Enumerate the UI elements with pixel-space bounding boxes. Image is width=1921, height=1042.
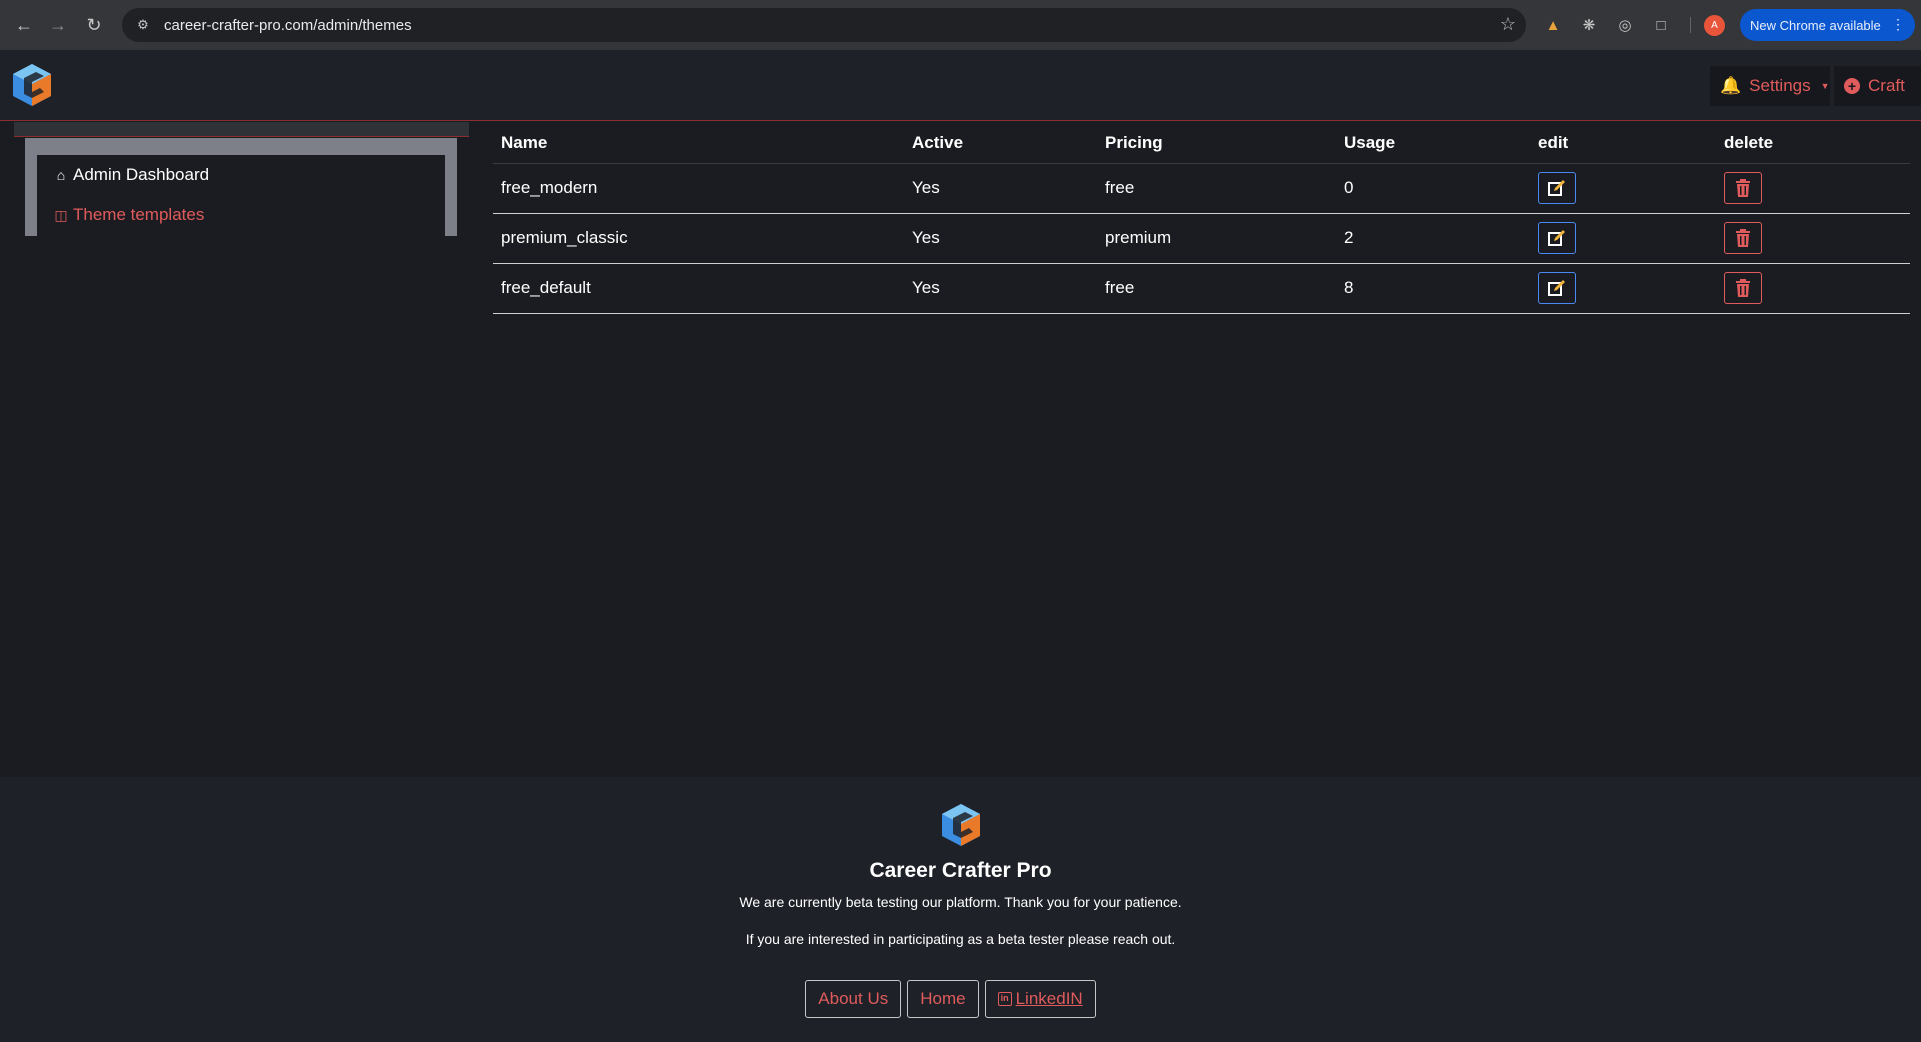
table-row: free_modern Yes free 0 xyxy=(493,163,1910,214)
cell-delete xyxy=(1716,263,1910,314)
sidebar-header-bar xyxy=(14,122,469,137)
craft-button[interactable]: + Craft xyxy=(1834,66,1921,106)
delete-button[interactable] xyxy=(1724,272,1762,304)
cell-active: Yes xyxy=(904,213,1097,264)
edit-icon xyxy=(1548,180,1565,196)
more-vert-icon: ⋮ xyxy=(1891,16,1905,32)
cell-pricing: free xyxy=(1097,163,1336,214)
url-text[interactable]: career-crafter-pro.com/admin/themes xyxy=(164,17,412,34)
sidebar-item-admin-dashboard[interactable]: ⌂ Admin Dashboard xyxy=(53,165,209,185)
edit-icon xyxy=(1548,280,1565,296)
sidebar-item-label: Theme templates xyxy=(73,205,205,224)
browser-toolbar: ← → ↻ ⚙ career-crafter-pro.com/admin/the… xyxy=(0,0,1921,50)
cell-name: free_default xyxy=(493,263,904,314)
home-icon: ⌂ xyxy=(56,167,66,183)
cell-usage: 2 xyxy=(1336,213,1530,264)
linkedin-icon: in xyxy=(997,992,1012,1006)
table-header-row: Name Active Pricing Usage edit delete xyxy=(493,123,1910,164)
bell-icon: 🔔 xyxy=(1720,76,1742,95)
career-crafter-logo xyxy=(942,804,980,846)
edit-button[interactable] xyxy=(1538,272,1576,304)
edit-button[interactable] xyxy=(1538,222,1576,254)
home-label: Home xyxy=(920,989,966,1008)
linkedin-label: LinkedIN xyxy=(1015,989,1083,1008)
about-us-label: About Us xyxy=(818,989,889,1008)
cell-usage: 8 xyxy=(1336,263,1530,314)
cell-delete xyxy=(1716,213,1910,264)
career-crafter-logo[interactable] xyxy=(10,62,54,108)
cell-active: Yes xyxy=(904,163,1097,214)
extensions-puzzle-icon[interactable]: □ xyxy=(1650,14,1672,36)
edit-button[interactable] xyxy=(1538,172,1576,204)
address-bar[interactable]: ⚙ career-crafter-pro.com/admin/themes ☆ xyxy=(122,8,1526,42)
footer-beta-notice: We are currently beta testing our platfo… xyxy=(739,894,1182,910)
column-header-pricing: Pricing xyxy=(1097,123,1336,164)
cell-name: free_modern xyxy=(493,163,904,214)
profile-avatar[interactable]: A xyxy=(1704,15,1725,36)
table-row: free_default Yes free 8 xyxy=(493,263,1910,314)
cell-edit xyxy=(1530,263,1716,314)
cell-delete xyxy=(1716,163,1910,214)
back-icon[interactable]: ← xyxy=(12,13,36,37)
reload-icon[interactable]: ↻ xyxy=(82,13,106,37)
footer-beta-invite: If you are interested in participating a… xyxy=(745,931,1176,947)
column-header-edit: edit xyxy=(1530,123,1716,164)
cell-edit xyxy=(1530,213,1716,264)
table-row: premium_classic Yes premium 2 xyxy=(493,213,1910,264)
column-header-name: Name xyxy=(493,123,904,164)
about-us-link[interactable]: About Us xyxy=(805,980,902,1018)
craft-label: Craft xyxy=(1868,76,1905,95)
themes-table: Name Active Pricing Usage edit delete fr… xyxy=(493,123,1910,314)
column-header-active: Active xyxy=(904,123,1097,164)
plus-circle-icon: + xyxy=(1844,78,1860,94)
sidebar-nav: ⌂ Admin Dashboard ◫ Theme templates xyxy=(37,155,445,236)
delete-button[interactable] xyxy=(1724,222,1762,254)
caret-down-icon: ▼ xyxy=(1820,81,1830,91)
trash-icon xyxy=(1736,279,1750,297)
new-chrome-available-button[interactable]: New Chrome available ⋮ xyxy=(1740,9,1915,41)
settings-dropdown[interactable]: 🔔 Settings ▼ xyxy=(1710,66,1830,106)
cell-usage: 0 xyxy=(1336,163,1530,214)
trash-icon xyxy=(1736,229,1750,247)
sidebar-item-theme-templates[interactable]: ◫ Theme templates xyxy=(53,205,204,225)
cell-active: Yes xyxy=(904,263,1097,314)
briefcase-icon: ◫ xyxy=(54,206,68,223)
app-header: 🔔 Settings ▼ + Craft xyxy=(0,50,1921,121)
delete-button[interactable] xyxy=(1724,172,1762,204)
cell-pricing: premium xyxy=(1097,213,1336,264)
trash-icon xyxy=(1736,179,1750,197)
edit-icon xyxy=(1548,230,1565,246)
linkedin-link[interactable]: in LinkedIN xyxy=(984,980,1096,1018)
column-header-delete: delete xyxy=(1716,123,1910,164)
extension-atom-icon[interactable]: ❋ xyxy=(1578,14,1600,36)
new-chrome-label: New Chrome available xyxy=(1750,17,1881,33)
extension-warning-icon[interactable]: ▲ xyxy=(1542,14,1564,36)
site-footer: Career Crafter Pro We are currently beta… xyxy=(0,777,1921,1042)
bookmark-star-icon[interactable]: ☆ xyxy=(1500,14,1516,35)
settings-label: Settings xyxy=(1749,76,1811,95)
footer-links: About Us Home in LinkedIN xyxy=(0,980,1921,1018)
toolbar-divider xyxy=(1690,17,1691,33)
forward-icon[interactable]: → xyxy=(46,13,70,37)
home-link[interactable]: Home xyxy=(907,980,979,1018)
cell-edit xyxy=(1530,163,1716,214)
themes-table-container: Name Active Pricing Usage edit delete fr… xyxy=(493,123,1910,314)
cell-pricing: free xyxy=(1097,263,1336,314)
column-header-usage: Usage xyxy=(1336,123,1530,164)
footer-title: Career Crafter Pro xyxy=(869,859,1052,882)
sidebar-item-label: Admin Dashboard xyxy=(73,165,210,184)
site-info-icon[interactable]: ⚙ xyxy=(132,14,154,36)
cell-name: premium_classic xyxy=(493,213,904,264)
extension-target-icon[interactable]: ◎ xyxy=(1614,14,1636,36)
